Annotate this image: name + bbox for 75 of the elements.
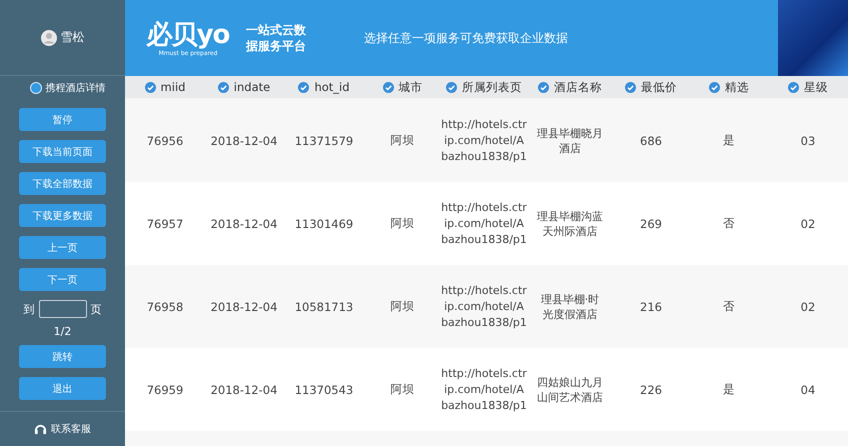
table-cell: http://hotels.ctrip.com/hotel/Abazhou1838/p1 xyxy=(441,116,527,164)
table-cell: 2018-12-04 xyxy=(210,382,278,396)
platform-title: 一站式云数据服务平台 xyxy=(246,22,307,54)
table-cell: 02 xyxy=(800,216,816,230)
table-cell: 76958 xyxy=(146,300,184,314)
sidebar-button[interactable]: 暂停 xyxy=(19,108,106,131)
table-cell-text: 理县毕棚·时光度假酒店 xyxy=(540,292,600,322)
table-cell: 2018-12-04 xyxy=(210,300,278,314)
table-cell: 76959 xyxy=(146,382,184,396)
table-cell: 否 xyxy=(723,216,735,231)
table-cell: 2018-12-04 xyxy=(210,134,278,148)
sidebar-button[interactable]: 下一页 xyxy=(19,268,106,291)
table-cell: 2018-12-04 xyxy=(210,216,278,230)
avatar-icon xyxy=(40,30,56,46)
table-cell: 理县毕棚沟蓝天州际酒店 xyxy=(536,208,604,238)
contact-link[interactable]: 联系客服 xyxy=(51,422,91,436)
column-header: indate xyxy=(234,80,270,94)
table-cell: 226 xyxy=(640,382,662,396)
table-cell: 阿坝 xyxy=(390,216,414,231)
table-cell: 04 xyxy=(800,382,816,396)
table-cell: 否 xyxy=(723,299,735,314)
column-header: miid xyxy=(160,80,186,94)
page-info: 1/2 xyxy=(54,325,72,338)
table-cell: 阿坝 xyxy=(390,133,414,148)
column-checkbox[interactable] xyxy=(788,82,799,92)
page-input-field[interactable] xyxy=(38,300,86,318)
table-cell: 686 xyxy=(640,134,662,148)
column-header: 最低价 xyxy=(641,80,677,94)
table-cell: 阿坝 xyxy=(390,299,414,314)
slogan-text: 选择任意一项服务可免费获取企业数据 xyxy=(364,30,568,46)
column-checkbox[interactable] xyxy=(298,82,310,92)
sidebar-button[interactable]: 退出 xyxy=(19,377,106,400)
radio-button[interactable] xyxy=(30,82,42,94)
column-header: 城市 xyxy=(398,80,422,94)
table-cell: 10581713 xyxy=(294,300,354,314)
table-cell: 02 xyxy=(800,300,816,314)
column-header: 所属列表页 xyxy=(462,80,522,94)
table-cell: 理县毕棚晓月酒店 xyxy=(536,126,604,156)
table-cell: http://hotels.ctrip.com/hotel/Abazhou1838/p1 xyxy=(441,200,527,248)
table-cell: 269 xyxy=(640,216,662,230)
table-cell: 03 xyxy=(800,134,816,148)
sidebar-button[interactable]: 下载全部数据 xyxy=(19,172,106,195)
goto-suffix: 页 xyxy=(90,302,102,316)
table-cell: 76957 xyxy=(146,216,184,230)
table-cell: 11370543 xyxy=(294,382,354,396)
column-checkbox[interactable] xyxy=(625,82,636,92)
table-cell: 11371579 xyxy=(294,134,354,148)
logo: 必贝yo xyxy=(146,20,230,50)
goto-prefix: 到 xyxy=(24,302,34,316)
column-checkbox[interactable] xyxy=(382,82,394,92)
table-cell: 是 xyxy=(723,133,735,148)
table-cell: 11301469 xyxy=(294,216,354,230)
column-header: hot_id xyxy=(314,80,350,94)
column-header: 星级 xyxy=(804,80,828,94)
column-checkbox[interactable] xyxy=(709,82,720,92)
sidebar-button[interactable]: 上一页 xyxy=(19,236,106,259)
column-checkbox[interactable] xyxy=(144,82,156,92)
user-name: 雪松 xyxy=(60,29,84,46)
column-checkbox[interactable] xyxy=(446,82,457,92)
table-cell: 四姑娘山九月山间艺术酒店 xyxy=(536,374,604,404)
sidebar-button[interactable]: 下载当前页面 xyxy=(19,140,106,163)
column-checkbox[interactable] xyxy=(218,82,229,92)
table-cell: http://hotels.ctrip.com/hotel/Abazhou1838/p1 xyxy=(441,366,527,414)
table-cell: 216 xyxy=(640,300,662,314)
column-header: 精选 xyxy=(725,80,749,94)
sidebar-button[interactable]: 跳转 xyxy=(19,345,106,368)
table-cell: 是 xyxy=(723,382,735,397)
headset-icon xyxy=(34,422,47,436)
column-header: 酒店名称 xyxy=(554,80,602,94)
table-cell: 76956 xyxy=(146,134,184,148)
table-cell: 阿坝 xyxy=(390,382,414,397)
column-checkbox[interactable] xyxy=(538,82,549,92)
source-label[interactable]: 携程酒店详情 xyxy=(46,81,106,95)
table-cell: http://hotels.ctrip.com/hotel/Abazhou1838/p1 xyxy=(441,282,527,330)
sidebar-button[interactable]: 下载更多数据 xyxy=(19,204,106,227)
